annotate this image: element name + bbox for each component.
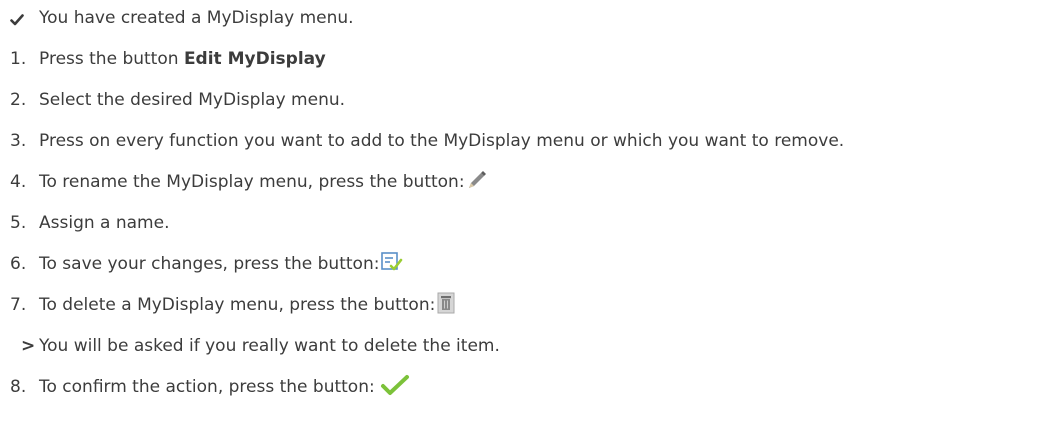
step-text-plain: To save your changes, press the button: (39, 254, 380, 274)
step-text-plain: To delete a MyDisplay menu, press the bu… (39, 295, 436, 315)
step-text: Select the desired MyDisplay menu. (39, 90, 346, 110)
step-number: 8. (10, 377, 27, 397)
step-text: To save your changes, press the button: (39, 251, 404, 278)
trash-icon (437, 292, 455, 319)
step-number: 1. (10, 49, 27, 69)
step-text-plain: To confirm the action, press the button: (39, 377, 381, 397)
prerequisite-text: You have created a MyDisplay menu. (39, 8, 354, 28)
result-text: You will be asked if you really want to … (39, 336, 500, 356)
pencil-icon (466, 169, 488, 196)
step-text: Press on every function you want to add … (39, 131, 845, 151)
checkmark-icon (10, 11, 36, 31)
step-text: Assign a name. (39, 213, 170, 233)
step-text: To rename the MyDisplay menu, press the … (39, 169, 488, 196)
step-number: 4. (10, 172, 27, 192)
step-number: 7. (10, 295, 27, 315)
edit-mydisplay-label: Edit MyDisplay (183, 49, 326, 69)
step-number: 6. (10, 254, 27, 274)
step-text: To confirm the action, press the button: (39, 374, 410, 401)
save-check-icon (380, 251, 404, 278)
step-text: Press the button Edit MyDisplay (39, 49, 326, 69)
green-check-icon (380, 374, 410, 401)
step-text-plain: Press the button (39, 49, 184, 69)
step-number: 2. (10, 90, 27, 110)
step-number: 5. (10, 213, 27, 233)
step-number: 3. (10, 131, 27, 151)
step-text-plain: To rename the MyDisplay menu, press the … (39, 172, 465, 192)
step-text: To delete a MyDisplay menu, press the bu… (39, 292, 455, 319)
